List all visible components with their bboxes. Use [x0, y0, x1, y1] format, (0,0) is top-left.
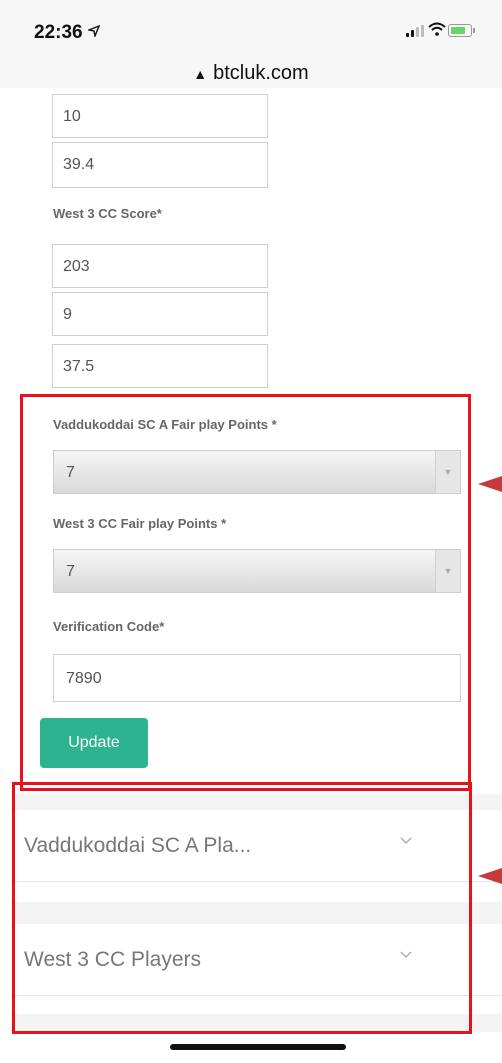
home-indicator[interactable] [170, 1044, 346, 1050]
lock-icon: ▲ [193, 66, 208, 82]
highlight-box-form [20, 394, 471, 791]
status-bar: 22:36 [0, 0, 502, 44]
wifi-icon [428, 22, 446, 36]
signal-icon [406, 25, 424, 37]
annotation-arrow-icon [478, 476, 502, 492]
team-b-runs-input[interactable]: 203 [52, 244, 268, 288]
status-icons [402, 22, 475, 38]
team-a-overs-input[interactable]: 39.4 [52, 142, 268, 188]
team-b-overs-input[interactable]: 37.5 [52, 344, 268, 388]
battery-icon [448, 24, 475, 37]
annotation-arrow-icon [478, 868, 502, 884]
status-time: 22:36 [34, 22, 83, 43]
team-b-score-label: West 3 CC Score* [53, 206, 162, 221]
team-a-runs-input[interactable]: 10 [52, 94, 268, 138]
url-bar[interactable]: ▲ btcluk.com [0, 44, 502, 88]
team-b-wickets-input[interactable]: 9 [52, 292, 268, 336]
highlight-box-accordions [12, 782, 472, 1034]
location-arrow-icon [88, 25, 100, 37]
url-domain: btcluk.com [213, 62, 309, 84]
